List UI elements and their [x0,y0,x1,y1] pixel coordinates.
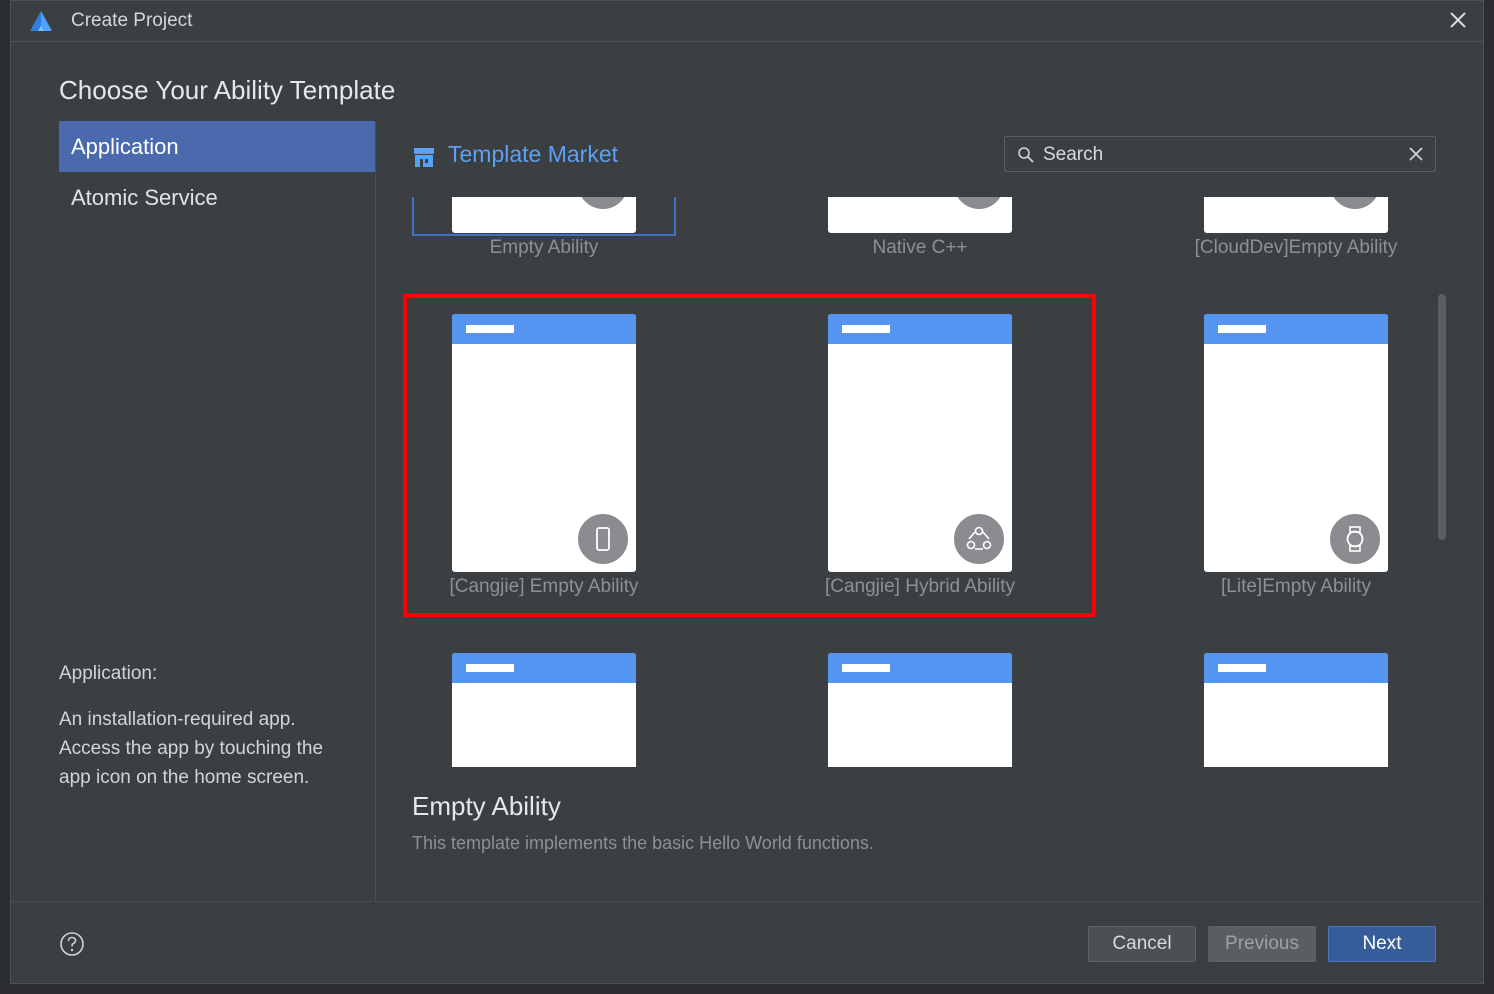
help-icon[interactable] [59,931,85,957]
template-market-link[interactable]: Template Market [448,141,618,168]
badge [1328,197,1382,211]
title-bar: Create Project [11,1,1483,42]
search-icon [1018,147,1034,163]
scrollbar[interactable] [1438,294,1446,540]
preview-title-bar [1204,653,1388,683]
template-card-clouddev-empty-ability[interactable]: [CloudDev]Empty Ability [1164,197,1428,267]
search-input[interactable] [1041,141,1395,169]
template-preview [452,653,636,767]
preview-title-bar [828,653,1012,683]
description-text: An installation-required app. Access the… [59,709,324,788]
card-label: [CloudDev]Empty Ability [1194,237,1398,258]
template-card-native-cpp[interactable]: Native C++ [788,197,1052,267]
clear-search-icon[interactable] [1407,145,1425,163]
template-grid[interactable]: Empty Ability Native C++ [CloudDev]Empty… [376,197,1484,767]
search-box[interactable] [1004,136,1436,172]
create-project-dialog: Create Project Choose Your Ability Templ… [10,0,1484,984]
next-button[interactable]: Next [1328,926,1436,962]
template-card[interactable] [412,653,676,767]
template-card[interactable] [788,653,1052,767]
footer-divider [11,901,1483,902]
badge [576,197,630,211]
preview-title-bar [1204,314,1388,344]
red-highlight-box [403,294,1096,617]
previous-button[interactable]: Previous [1208,926,1316,962]
template-preview [1204,653,1388,767]
template-card-lite-empty-ability[interactable]: [Lite]Empty Ability [1164,314,1428,604]
template-preview [1204,314,1388,572]
template-preview [828,197,1012,233]
template-preview [1204,197,1388,233]
template-preview [828,653,1012,767]
detail-title: Empty Ability [412,791,561,821]
template-panel: Template Market Search Empty Ability Nat… [376,121,1484,901]
template-card[interactable] [1164,653,1428,767]
window-title: Create Project [71,10,193,31]
card-label: [Lite]Empty Ability [1221,576,1371,597]
sidebar-item-atomic-service[interactable]: Atomic Service [59,172,375,223]
template-card-empty-ability[interactable]: Empty Ability [412,197,676,267]
page-title: Choose Your Ability Template [59,75,396,105]
detail-description: This template implements the basic Hello… [412,833,874,853]
badge [1328,512,1382,566]
card-label: Empty Ability [489,237,599,258]
store-icon [414,148,434,167]
deveco-logo-icon [30,11,52,31]
preview-title-bar [452,653,636,683]
template-preview [452,197,636,233]
description-title: Application: [59,663,158,684]
close-icon[interactable] [1447,9,1469,31]
card-label: Native C++ [872,237,968,258]
cancel-button[interactable]: Cancel [1088,926,1196,962]
watch-icon [1346,526,1364,552]
sidebar-item-application[interactable]: Application [59,121,375,172]
badge [952,197,1006,211]
